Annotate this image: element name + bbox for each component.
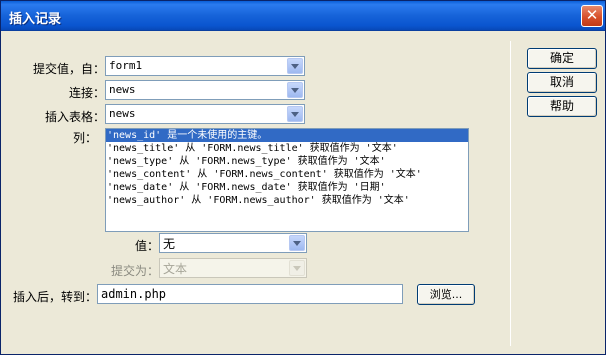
submit-as-label: 提交为： [110,264,159,278]
after-insert-label: 插入后，转到： [12,290,97,304]
dialog-title: 插入记录 [9,12,62,27]
browse-button[interactable]: 浏览... [417,284,475,305]
button-panel-divider [510,41,511,346]
close-icon[interactable]: ✕ [581,5,603,27]
column-list-item[interactable]: 'news_type' 从 'FORM.news_type' 获取值作为 '文本… [106,155,468,168]
chevron-down-icon[interactable] [289,235,305,251]
after-insert-value: admin.php [101,287,167,301]
after-insert-input[interactable]: admin.php [97,284,403,304]
title-bar[interactable]: 插入记录 ✕ [1,1,605,31]
columns-listbox[interactable]: 'news_id' 是一个未使用的主键。'news_title' 从 'FORM… [105,128,469,232]
connection-select[interactable]: news [105,80,305,100]
connection-label: 连接： [68,86,105,100]
column-list-item[interactable]: 'news_id' 是一个未使用的主键。 [106,129,468,142]
submit-as-select[interactable]: 文本 [159,258,307,278]
chevron-down-icon[interactable] [289,260,305,276]
submit-from-select[interactable]: form1 [105,56,305,76]
column-list-item[interactable]: 'news_title' 从 'FORM.news_title' 获取值作为 '… [106,142,468,155]
column-list-item[interactable]: 'news_date' 从 'FORM.news_date' 获取值作为 '日期… [106,181,468,194]
column-list-item[interactable]: 'news_author' 从 'FORM.news_author' 获取值作为… [106,194,468,207]
submit-as-value: 文本 [163,262,188,276]
connection-value: news [109,83,136,96]
value-value: 无 [163,237,176,251]
table-label: 插入表格： [44,110,105,124]
column-list-item[interactable]: 'news_content' 从 'FORM.news_content' 获取值… [106,168,468,181]
chevron-down-icon[interactable] [287,82,303,98]
columns-label: 列： [72,131,97,145]
help-button[interactable]: 帮助 [527,96,597,117]
insert-record-dialog: 插入记录 ✕ 提交值，自： form1 连接： news 插入表格： news … [0,0,606,355]
value-select[interactable]: 无 [159,233,307,253]
cancel-button[interactable]: 取消 [527,72,597,93]
value-label: 值： [134,239,159,253]
table-value: news [109,107,136,120]
chevron-down-icon[interactable] [287,58,303,74]
submit-from-label: 提交值，自： [32,62,105,76]
submit-from-value: form1 [109,59,143,72]
chevron-down-icon[interactable] [287,106,303,122]
ok-button[interactable]: 确定 [527,48,597,69]
table-select[interactable]: news [105,104,305,124]
